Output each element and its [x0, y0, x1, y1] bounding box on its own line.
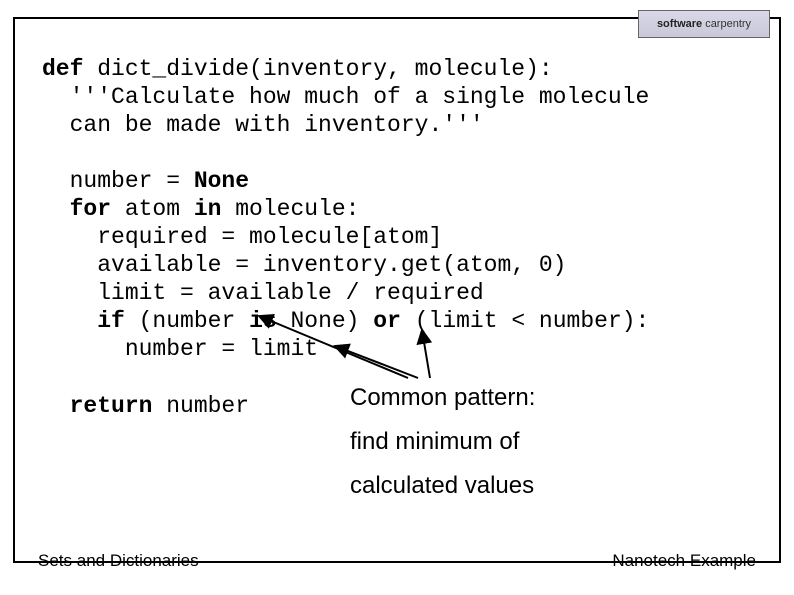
kw-if: if: [42, 308, 125, 334]
software-carpentry-logo: software carpentry: [638, 10, 770, 38]
footer-left: Sets and Dictionaries: [38, 551, 199, 571]
kw-def: def: [42, 56, 83, 82]
annotation-line1: Common pattern:: [350, 380, 535, 416]
kw-or: or: [373, 308, 401, 334]
logo-normal: carpentry: [705, 18, 751, 30]
kw-for: for: [42, 196, 111, 222]
code-l2: '''Calculate how much of a single molecu…: [42, 84, 649, 110]
code-l11: number = limit: [42, 336, 318, 362]
kw-is: is: [249, 308, 277, 334]
kw-return: return: [42, 393, 152, 419]
logo-bold: software: [657, 18, 702, 30]
code-l9: limit = available / required: [42, 280, 484, 306]
code-l10a: (number: [125, 308, 249, 334]
footer-right: Nanotech Example: [612, 551, 756, 571]
code-block: def dict_divide(inventory, molecule): ''…: [42, 55, 649, 420]
code-l5a: number =: [42, 168, 194, 194]
code-l7: required = molecule[atom]: [42, 224, 442, 250]
annotation-line2: find minimum of: [350, 424, 519, 460]
code-l6b: atom: [111, 196, 194, 222]
code-l13b: number: [152, 393, 249, 419]
annotation-line3: calculated values: [350, 468, 534, 504]
code-l10c: (limit < number):: [401, 308, 649, 334]
code-l3: can be made with inventory.''': [42, 112, 484, 138]
code-l10b: None): [277, 308, 374, 334]
kw-in: in: [194, 196, 222, 222]
code-l8: available = inventory.get(atom, 0): [42, 252, 567, 278]
code-l6c: molecule:: [221, 196, 359, 222]
code-l1: dict_divide(inventory, molecule):: [83, 56, 552, 82]
kw-none: None: [194, 168, 249, 194]
